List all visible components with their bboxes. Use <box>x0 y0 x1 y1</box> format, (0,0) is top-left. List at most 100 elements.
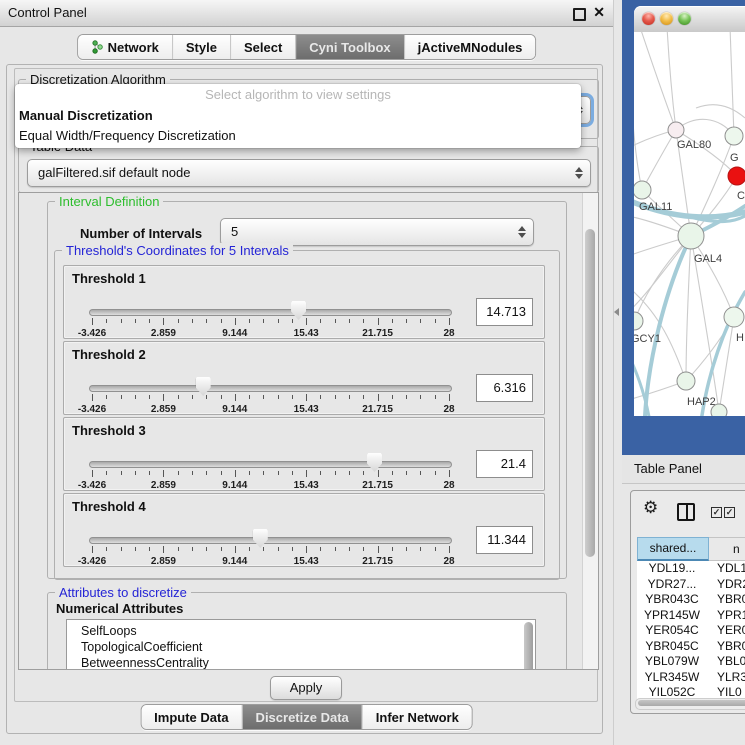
threshold-slider[interactable]: -3.4262.8599.14415.4321.71528 <box>92 522 449 564</box>
table-cell[interactable]: YDL19... <box>637 561 707 577</box>
network-node[interactable] <box>728 167 745 185</box>
slider-track[interactable] <box>89 537 452 544</box>
table-row[interactable]: YBR043C YBR0 <box>637 592 745 608</box>
threshold-value-field[interactable]: 21.4 <box>476 450 533 478</box>
slider-tick <box>206 471 207 475</box>
slider-tick <box>320 471 321 475</box>
threshold-slider[interactable]: -3.4262.8599.14415.4321.71528 <box>92 446 449 488</box>
slider-track[interactable] <box>89 461 452 468</box>
threshold-value-field[interactable]: 6.316 <box>476 374 533 402</box>
table-cell[interactable]: YBL079W <box>637 654 707 670</box>
table-row[interactable]: YER054C YER0 <box>637 623 745 639</box>
gear-icon[interactable]: ⚙ <box>643 498 658 518</box>
slider-tick-label: 21.715 <box>362 328 393 339</box>
number-of-intervals-combobox[interactable]: 5 <box>220 218 534 246</box>
network-node[interactable] <box>634 312 643 330</box>
table-row[interactable]: YLR345W YLR3 <box>637 670 745 686</box>
list-item[interactable]: TopologicalCoefficient <box>67 639 535 655</box>
horizontal-scrollbar[interactable] <box>635 698 745 710</box>
threshold-value-field[interactable]: 14.713 <box>476 298 533 326</box>
network-node[interactable] <box>678 223 704 249</box>
network-node[interactable] <box>724 307 744 327</box>
mac-close-icon[interactable] <box>642 12 655 25</box>
table-row[interactable]: YBR045C YBR0 <box>637 639 745 655</box>
list-item[interactable]: BetweennessCentrality <box>67 655 535 670</box>
tab-label: Discretize Data <box>256 710 349 725</box>
network-node[interactable] <box>634 181 651 199</box>
popup-menu-item[interactable]: Equal Width/Frequency Discretization <box>15 126 581 146</box>
tab-style[interactable]: Style <box>172 35 230 59</box>
algorithm-popup-menu: Select algorithm to view settings Manual… <box>15 84 581 148</box>
slider-track[interactable] <box>89 309 452 316</box>
slider-tick-label: 9.144 <box>222 556 247 567</box>
threshold-slider[interactable]: -3.4262.8599.14415.4321.71528 <box>92 294 449 336</box>
scrollbar-thumb[interactable] <box>638 700 745 706</box>
network-canvas[interactable]: GAL80GCGAL11GAL4GCY1HHAP2 <box>634 32 745 416</box>
tab-infer-network[interactable]: Infer Network <box>362 705 472 729</box>
slider-tick <box>121 319 122 323</box>
scrollbar-thumb[interactable] <box>585 229 595 557</box>
split-columns-icon[interactable] <box>677 503 695 521</box>
network-node[interactable] <box>668 122 684 138</box>
column-header-n[interactable]: n <box>709 537 745 561</box>
table-cell[interactable]: YDL1 <box>707 561 745 577</box>
table-cell[interactable]: YER054C <box>637 623 707 639</box>
slider-tick <box>92 546 93 553</box>
slider-tick <box>392 319 393 323</box>
network-node[interactable] <box>711 404 727 416</box>
list-item[interactable]: SelfLoops <box>67 620 535 639</box>
tab-jactivemnodules[interactable]: jActiveMNodules <box>404 35 536 59</box>
tab-discretize-data[interactable]: Discretize Data <box>242 705 362 729</box>
threshold-value-field[interactable]: 11.344 <box>476 526 533 554</box>
table-cell[interactable]: YBR043C <box>637 592 707 608</box>
table-cell[interactable]: YLR3 <box>707 670 745 686</box>
list-scrollbar-thumb[interactable] <box>524 622 533 670</box>
float-window-icon[interactable] <box>573 8 586 21</box>
slider-tick <box>363 395 364 399</box>
table-cell[interactable]: YPR1 <box>707 608 745 624</box>
apply-button[interactable]: Apply <box>270 676 342 700</box>
checked-checkbox-icon[interactable]: ✓ <box>724 507 735 518</box>
checked-checkbox-icon[interactable]: ✓ <box>711 507 722 518</box>
slider-tick <box>178 395 179 399</box>
tab-impute-data[interactable]: Impute Data <box>141 705 241 729</box>
splitpane-collapse-handle[interactable] <box>614 308 619 316</box>
close-icon[interactable]: ✕ <box>593 4 605 21</box>
table-cell[interactable]: YBL0 <box>707 654 745 670</box>
slider-tick <box>121 547 122 551</box>
table-data-combobox[interactable]: galFiltered.sif default node <box>27 159 591 187</box>
mac-minimize-icon[interactable] <box>660 12 673 25</box>
table-row[interactable]: YPR145W YPR1 <box>637 608 745 624</box>
table-cell[interactable]: YPR145W <box>637 608 707 624</box>
table-cell[interactable]: YBR0 <box>707 592 745 608</box>
threshold-slider[interactable]: -3.4262.8599.14415.4321.71528 <box>92 370 449 412</box>
table-row[interactable]: YBL079W YBL0 <box>637 654 745 670</box>
table-cell[interactable]: YLR345W <box>637 670 707 686</box>
tab-network[interactable]: Network <box>78 35 172 59</box>
slider-tick <box>306 470 307 477</box>
table-cell[interactable]: YBR045C <box>637 639 707 655</box>
tab-label: Style <box>186 40 217 55</box>
tab-select[interactable]: Select <box>230 35 295 59</box>
scrollpane-scrollbar[interactable] <box>582 193 598 669</box>
attributes-listbox[interactable]: SelfLoopsTopologicalCoefficientBetweenne… <box>66 619 536 670</box>
table-cell[interactable]: YER0 <box>707 623 745 639</box>
slider-track[interactable] <box>89 385 452 392</box>
table-cell[interactable]: YDR2 <box>707 577 745 593</box>
column-header-shared-[interactable]: shared... <box>637 537 709 561</box>
table-row[interactable]: YDL19... YDL1 <box>637 561 745 577</box>
slider-tick <box>249 395 250 399</box>
table-cell[interactable]: YBR0 <box>707 639 745 655</box>
slider-tick <box>192 547 193 551</box>
popup-menu-item[interactable]: Manual Discretization <box>15 106 581 126</box>
table-cell[interactable]: YDR27... <box>637 577 707 593</box>
mac-zoom-icon[interactable] <box>678 12 691 25</box>
tab-cyni-toolbox[interactable]: Cyni Toolbox <box>295 35 403 59</box>
slider-tick <box>235 470 236 477</box>
network-node[interactable] <box>725 127 743 145</box>
table-row[interactable]: YDR27... YDR2 <box>637 577 745 593</box>
slider-tick <box>192 319 193 323</box>
network-node-label: GCY1 <box>634 333 661 345</box>
table-body: YDL19... YDL1 YDR27... YDR2 YBR043C YBR0… <box>637 561 745 700</box>
network-node[interactable] <box>677 372 695 390</box>
